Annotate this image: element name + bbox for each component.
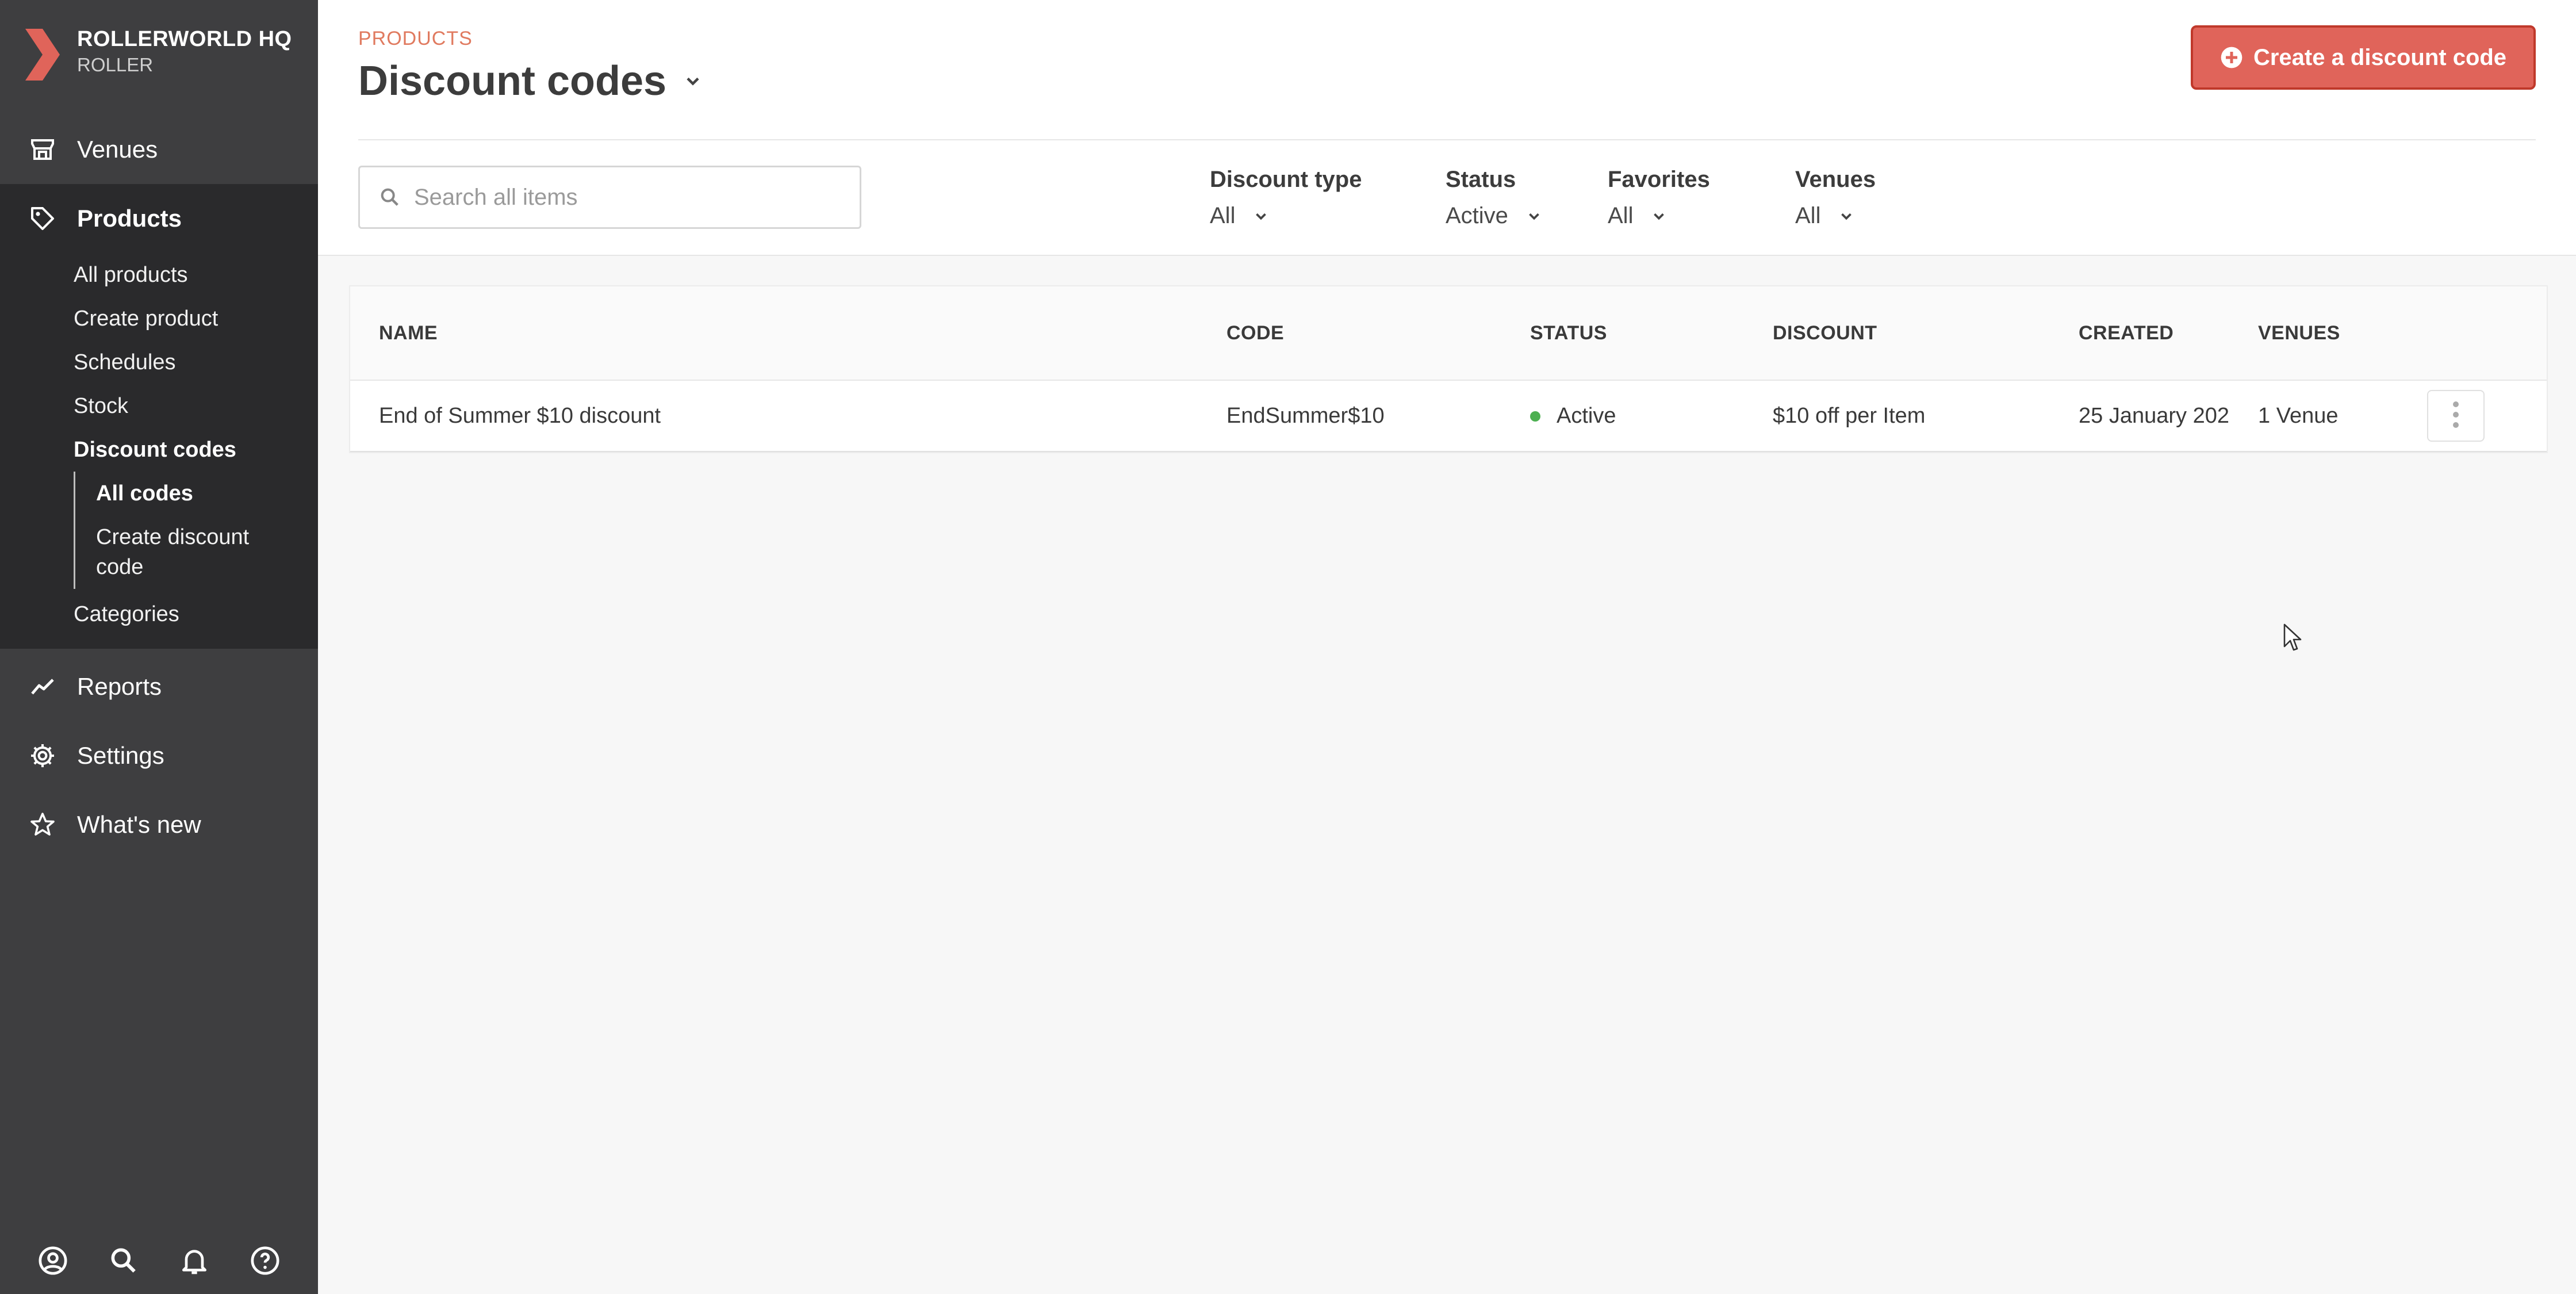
- filter-favorites[interactable]: Favorites All: [1608, 167, 1710, 229]
- cell-status: Active: [1530, 404, 1616, 428]
- search-icon[interactable]: [108, 1245, 140, 1277]
- filter-selected-value: Active: [1446, 203, 1508, 228]
- account-icon[interactable]: [37, 1245, 69, 1277]
- filter-selected-value: All: [1795, 203, 1821, 228]
- filter-label: Status: [1446, 167, 1516, 192]
- header-divider: [358, 139, 2536, 140]
- filter-status[interactable]: Status Active: [1446, 167, 1543, 229]
- filter-value[interactable]: Active: [1446, 203, 1543, 229]
- column-header-created[interactable]: CREATED: [2079, 322, 2229, 344]
- filter-venues[interactable]: Venues All: [1795, 167, 1876, 229]
- sidebar-item-whats-new[interactable]: What's new: [0, 790, 318, 859]
- column-header-discount[interactable]: DISCOUNT: [1773, 322, 1877, 344]
- cell-venues: 1 Venue: [2258, 403, 2339, 428]
- products-subnav: All products Create product Schedules St…: [0, 253, 318, 636]
- cta-label: Create a discount code: [2253, 44, 2507, 70]
- sidebar-item-venues[interactable]: Venues: [0, 115, 318, 184]
- status-badge: Active: [1557, 403, 1616, 428]
- filter-label: Discount type: [1210, 167, 1362, 192]
- page-title: Discount codes: [358, 58, 667, 104]
- sidebar-item-label: What's new: [77, 811, 201, 838]
- org-subtitle: ROLLER: [77, 54, 154, 75]
- subnav-schedules[interactable]: Schedules: [74, 340, 318, 384]
- breadcrumb[interactable]: PRODUCTS: [358, 28, 473, 50]
- filter-label: Favorites: [1608, 167, 1710, 192]
- sidebar-item-products[interactable]: Products: [0, 184, 318, 253]
- column-header-status[interactable]: STATUS: [1530, 322, 1607, 344]
- filter-selected-value: All: [1608, 203, 1634, 228]
- filter-selected-value: All: [1210, 203, 1236, 228]
- column-header-venues[interactable]: VENUES: [2258, 322, 2340, 344]
- roller-logo-icon: [25, 29, 60, 81]
- column-header-name[interactable]: NAME: [379, 322, 438, 344]
- filter-value[interactable]: All: [1210, 203, 1362, 229]
- org-switcher[interactable]: ROLLERWORLD HQ ROLLER: [0, 0, 318, 115]
- column-header-code[interactable]: CODE: [1226, 322, 1284, 344]
- products-section: Products All products Create product Sch…: [0, 184, 318, 649]
- cell-created: 25 January 2022: [2079, 403, 2229, 428]
- filter-discount-type[interactable]: Discount type All: [1210, 167, 1362, 229]
- chevron-down-icon: [1252, 208, 1270, 225]
- sidebar-item-label: Products: [77, 205, 182, 232]
- subnav-create-product[interactable]: Create product: [74, 297, 318, 340]
- more-vertical-icon: [2451, 400, 2460, 432]
- org-name: ROLLERWORLD HQ: [77, 27, 292, 51]
- cell-discount: $10 off per Item: [1773, 403, 1926, 428]
- tag-icon: [29, 205, 56, 232]
- sidebar: ROLLERWORLD HQ ROLLER Venues Products Al…: [0, 0, 318, 1294]
- filter-value[interactable]: All: [1608, 203, 1710, 229]
- discount-codes-subnav: All codes Create discount code: [74, 472, 318, 589]
- sidebar-item-reports[interactable]: Reports: [0, 652, 318, 721]
- store-icon: [29, 136, 56, 163]
- subnav-categories[interactable]: Categories: [74, 592, 318, 636]
- star-icon: [29, 811, 56, 839]
- sidebar-item-label: Reports: [77, 673, 162, 700]
- main-content: PRODUCTS Discount codes Create a discoun…: [318, 0, 2576, 1294]
- sidebar-footer: [0, 1245, 318, 1277]
- table-header: NAME CODE STATUS DISCOUNT CREATED VENUES: [350, 286, 2547, 381]
- row-actions-button[interactable]: [2427, 390, 2485, 442]
- search-box[interactable]: [358, 166, 861, 229]
- sidebar-item-label: Settings: [77, 742, 164, 769]
- filter-value[interactable]: All: [1795, 203, 1876, 229]
- sidebar-item-label: Venues: [77, 136, 158, 163]
- search-icon: [378, 186, 401, 209]
- chevron-down-icon[interactable]: [683, 71, 703, 91]
- status-dot-icon: [1530, 411, 1540, 422]
- mouse-cursor-icon: [2283, 623, 2302, 651]
- subnav-stock[interactable]: Stock: [74, 384, 318, 428]
- help-icon[interactable]: [249, 1245, 281, 1277]
- trend-chart-icon: [29, 673, 56, 700]
- subnav-all-products[interactable]: All products: [74, 253, 318, 297]
- cell-name[interactable]: End of Summer $10 discount: [379, 404, 661, 428]
- create-discount-code-button[interactable]: Create a discount code: [2191, 25, 2536, 90]
- chevron-down-icon: [1525, 208, 1543, 225]
- subnav-discount-codes[interactable]: Discount codes: [74, 428, 318, 472]
- subnav-all-codes[interactable]: All codes: [96, 472, 318, 515]
- chevron-down-icon: [1650, 208, 1667, 225]
- cell-code: EndSummer$10: [1226, 403, 1385, 428]
- search-input[interactable]: [413, 183, 852, 211]
- sidebar-item-settings[interactable]: Settings: [0, 721, 318, 790]
- table-row[interactable]: End of Summer $10 discount EndSummer$10 …: [350, 381, 2547, 452]
- page-header: PRODUCTS Discount codes Create a discoun…: [318, 0, 2576, 256]
- discount-codes-table: NAME CODE STATUS DISCOUNT CREATED VENUES…: [349, 285, 2548, 453]
- plus-circle-icon: [2220, 46, 2243, 69]
- subnav-create-discount-code[interactable]: Create discount code: [96, 515, 269, 589]
- page-title-row[interactable]: Discount codes: [358, 58, 703, 105]
- bell-icon[interactable]: [178, 1245, 210, 1277]
- filter-label: Venues: [1795, 167, 1876, 192]
- chevron-down-icon: [1838, 208, 1855, 225]
- gear-icon: [29, 742, 56, 769]
